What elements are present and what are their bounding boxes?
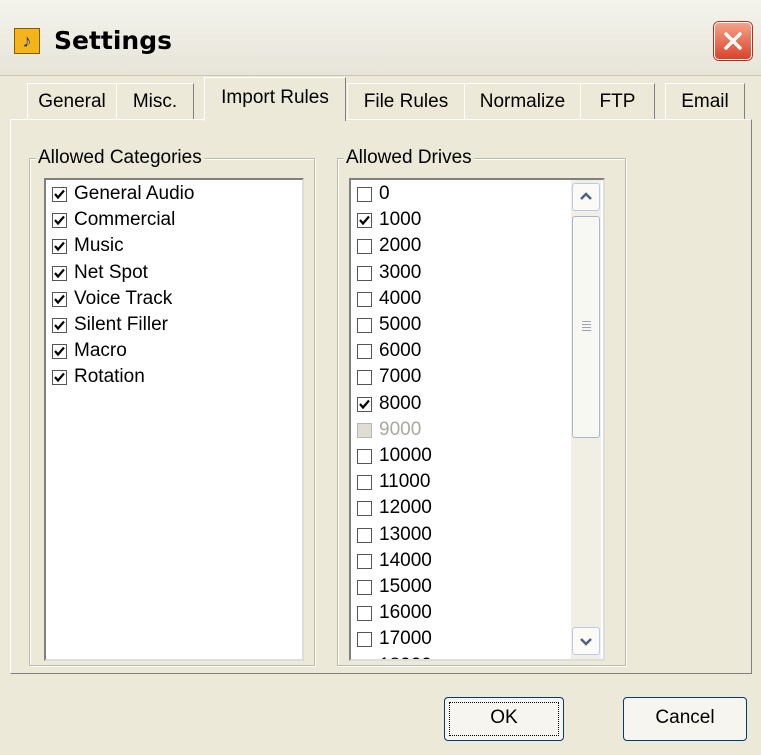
checkbox[interactable] — [357, 632, 372, 648]
focus-rect — [449, 702, 559, 736]
category-item-label: Rotation — [74, 366, 145, 388]
checkmark-icon — [54, 189, 65, 200]
scroll-down-button[interactable] — [572, 627, 600, 655]
tab-misc[interactable]: Misc. — [116, 83, 194, 119]
checkbox-checked[interactable] — [357, 396, 372, 412]
checkmark-icon — [54, 346, 65, 357]
cancel-button[interactable]: Cancel — [623, 697, 747, 741]
checkbox-checked[interactable] — [52, 265, 67, 281]
drive-item-label: 14000 — [379, 549, 432, 571]
checkbox[interactable] — [357, 291, 372, 307]
category-item-label: Net Spot — [74, 261, 148, 283]
category-item-label: Macro — [74, 340, 127, 362]
close-button[interactable] — [714, 22, 752, 60]
checkbox-checked[interactable] — [52, 291, 67, 307]
allowed-drives-label: Allowed Drives — [344, 147, 474, 169]
drive-item-label: 0 — [379, 183, 390, 204]
checkbox[interactable] — [357, 370, 372, 386]
drives-scrollbar[interactable] — [571, 180, 601, 659]
checkbox-checked[interactable] — [52, 318, 67, 333]
drive-item-label: 18000 — [379, 655, 432, 659]
checkbox-checked[interactable] — [357, 213, 372, 229]
checkbox-checked[interactable] — [52, 344, 67, 360]
drive-item-label: 4000 — [379, 287, 422, 309]
drive-item-label: 8000 — [379, 392, 422, 414]
category-item-label: Commercial — [74, 209, 176, 231]
checkbox[interactable] — [357, 501, 372, 517]
title-bar[interactable]: ♪ Settings — [0, 0, 761, 76]
checkbox[interactable] — [357, 422, 372, 438]
checkbox[interactable] — [357, 318, 372, 333]
cancel-button-label: Cancel — [655, 707, 715, 728]
allowed-categories-label: Allowed Categories — [36, 147, 204, 169]
tab-import-rules[interactable]: Import Rules — [204, 77, 346, 121]
checkbox[interactable] — [357, 239, 372, 255]
checkbox-checked[interactable] — [52, 370, 67, 386]
drive-item-label: 17000 — [379, 628, 432, 650]
checkmark-icon — [54, 373, 65, 383]
app-icon: ♪ — [14, 28, 40, 54]
checkmark-icon — [359, 399, 370, 409]
checkbox-checked[interactable] — [52, 239, 67, 255]
drive-item-label: 10000 — [379, 445, 432, 466]
drive-item-label: 3000 — [379, 261, 422, 283]
drive-item-label: 9000 — [379, 418, 422, 440]
checkmark-icon — [54, 320, 65, 331]
category-item-label: Silent Filler — [74, 314, 168, 335]
checkbox[interactable] — [357, 475, 372, 491]
checkmark-icon — [359, 215, 370, 226]
grip-line — [582, 330, 591, 333]
checkbox-checked[interactable] — [52, 187, 67, 202]
category-item-label: Voice Track — [74, 287, 173, 309]
category-item-label: Music — [74, 235, 124, 257]
checkbox[interactable] — [357, 187, 372, 202]
drive-item-label: 15000 — [379, 576, 432, 597]
drive-item-label: 11000 — [379, 471, 431, 493]
checkbox[interactable] — [357, 606, 372, 622]
scroll-thumb[interactable] — [572, 216, 600, 438]
checkbox[interactable] — [357, 449, 372, 464]
drive-item-label: 6000 — [379, 340, 422, 362]
drive-item-label: 2000 — [379, 235, 422, 257]
checkbox[interactable] — [357, 553, 372, 569]
checkbox-checked[interactable] — [52, 213, 67, 229]
scroll-up-button[interactable] — [572, 183, 600, 211]
drive-item-label: 13000 — [379, 523, 432, 545]
tab-ftp[interactable]: FTP — [580, 83, 655, 119]
category-item-label: General Audio — [74, 183, 195, 204]
tab-file-rules[interactable]: File Rules — [347, 83, 465, 119]
drives-list[interactable]: 0 1000 2000 3000 4000 5000 6000 7000 8000 9000 100… — [349, 178, 605, 661]
tab-email[interactable]: Email — [665, 83, 745, 119]
drive-item-label: 12000 — [379, 497, 432, 519]
close-icon — [724, 32, 742, 50]
tab-normalize[interactable]: Normalize — [464, 83, 581, 119]
tab-general[interactable]: General — [27, 83, 117, 119]
ok-button[interactable]: OK — [444, 697, 564, 741]
drive-item-label: 1000 — [379, 209, 422, 231]
drive-item-label: 7000 — [379, 366, 422, 388]
window-title: Settings — [54, 26, 173, 55]
checkbox[interactable] — [357, 527, 372, 543]
checkmark-icon — [54, 268, 65, 278]
categories-list[interactable]: General Audio Commercial Music Net Spot Voic… — [44, 178, 304, 661]
settings-dialog: ♪ Settings General Misc. Import Rules Fi… — [0, 0, 761, 755]
checkmark-icon — [54, 294, 65, 304]
checkbox[interactable] — [357, 344, 372, 360]
chevron-down-icon — [580, 638, 592, 646]
checkbox[interactable] — [357, 580, 372, 595]
checkbox[interactable] — [357, 265, 372, 281]
checkmark-icon — [54, 242, 65, 252]
drive-item-label: 5000 — [379, 314, 422, 335]
drive-item-label: 16000 — [379, 602, 432, 624]
checkmark-icon — [54, 215, 65, 226]
chevron-up-icon — [580, 192, 592, 200]
checkbox[interactable] — [357, 658, 372, 659]
